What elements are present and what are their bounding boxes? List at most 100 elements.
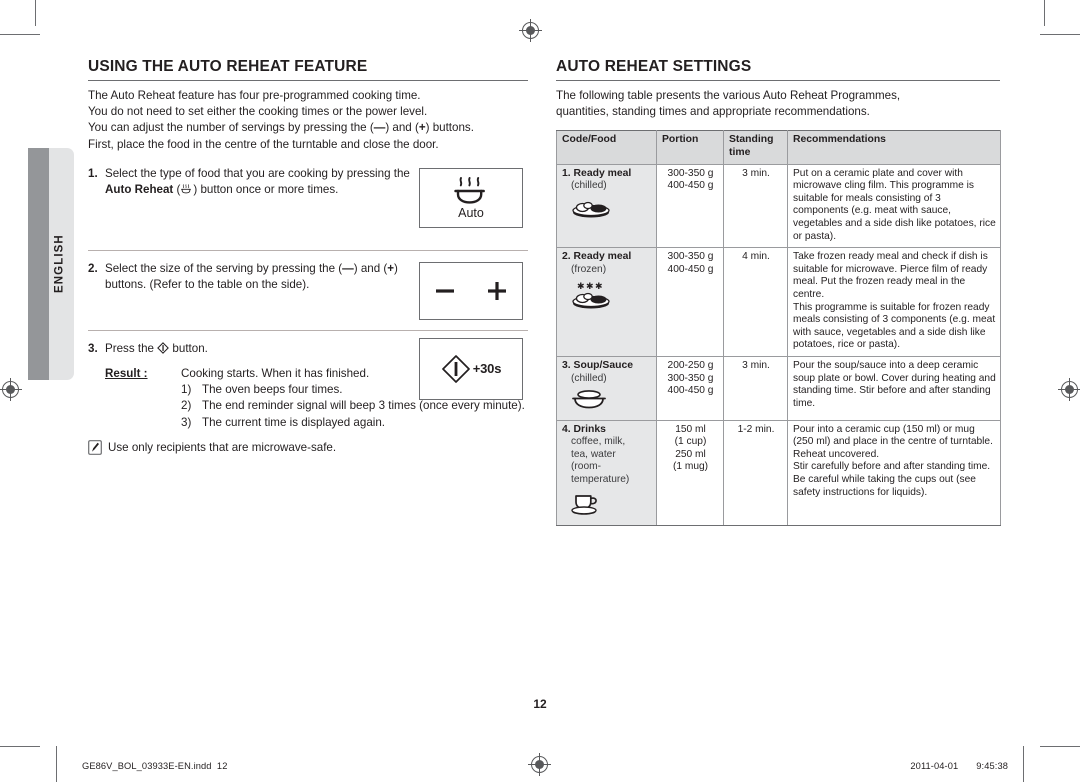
cell-code-food: 1. Ready meal (chilled) (556, 163, 657, 249)
right-column: AUTO REHEAT SETTINGS The following table… (556, 58, 1001, 527)
svg-text:✱: ✱ (586, 281, 594, 291)
portion-value: 300-350 g (667, 251, 714, 263)
step-3-text: Press the button. (105, 341, 423, 357)
footer-rule-right (1040, 746, 1080, 747)
footer-rule-left (0, 746, 40, 747)
step-3: 3. Press the button. +30s Result : Cooki… (88, 329, 528, 456)
footer-tick-right (1023, 746, 1024, 782)
recommendation-text: Pour into a ceramic cup (150 ml) or mug … (793, 423, 993, 448)
crop-mark-top-right (1044, 0, 1045, 26)
footer-tick-left (56, 746, 57, 782)
portion-value: 300-350 g (667, 167, 714, 179)
footer-file-page: 12 (216, 761, 228, 771)
language-tab-spine (28, 148, 49, 380)
cell-recommendations: Pour the soup/sauce into a deep ceramic … (787, 355, 1001, 421)
footer-time: 9:45:38 (976, 761, 1008, 771)
portion-value: 400-450 g (667, 385, 714, 397)
header-code-food: Code/Food (556, 130, 657, 165)
food-title: 1. Ready meal (562, 167, 632, 179)
language-tab-label: ENGLISH (53, 234, 66, 294)
left-section-title: USING THE AUTO REHEAT FEATURE (88, 58, 528, 81)
right-intro-line-2: quantities, standing times and appropria… (556, 105, 870, 119)
cell-standing-time: 3 min. (723, 355, 788, 421)
step-1-text-bold: Auto Reheat (105, 183, 174, 197)
result-item-text: The end reminder signal will beep 3 time… (202, 399, 525, 413)
food-subtitle: (chilled) (571, 180, 607, 192)
result-item-text: The current time is displayed again. (202, 415, 386, 429)
right-section-title: AUTO REHEAT SETTINGS (556, 58, 1000, 81)
result-item: 3) The current time is displayed again. (181, 415, 528, 431)
intro-line-2: You do not need to set either the cookin… (88, 105, 428, 119)
intro-line-3: You can adjust the number of servings by… (88, 121, 474, 135)
registration-mark-left (0, 378, 22, 401)
result-item-number: 2) (181, 399, 192, 413)
auto-reheat-button-label: Auto (458, 205, 484, 220)
left-column: USING THE AUTO REHEAT FEATURE The Auto R… (88, 58, 528, 456)
svg-text:✱: ✱ (595, 281, 603, 291)
step-3-text-after: button. (169, 341, 208, 355)
step-1-text: Select the type of food that you are coo… (105, 166, 410, 197)
cell-code-food: 4. Drinks coffee, milk, tea, water (room-t… (556, 419, 657, 527)
step-3-text-before: Press the (105, 341, 158, 355)
recommendation-text: Put on a ceramic plate and cover with mi… (793, 167, 996, 242)
cell-recommendations: Pour into a ceramic cup (150 ml) or mug … (787, 419, 1001, 527)
step-1-text-before: Select the type of food that you are coo… (105, 166, 410, 180)
start-30s-button-illustration: +30s (419, 337, 523, 400)
left-intro: The Auto Reheat feature has four pre-pro… (88, 88, 528, 153)
result-item-number: 3) (181, 415, 192, 429)
minus-icon (436, 289, 454, 293)
step-2-text: Select the size of the serving by pressi… (105, 261, 398, 292)
cell-portion: 300-350 g 400-450 g (656, 163, 724, 249)
food-title: 4. Drinks (562, 423, 606, 435)
plus-icon (488, 281, 506, 300)
crop-mark-left-top (0, 34, 40, 35)
recommendation-text: Pour the soup/sauce into a deep ceramic … (793, 359, 996, 409)
recommendation-text: Take frozen ready meal and check if dish… (793, 251, 988, 300)
cell-recommendations: Take frozen ready meal and check if dish… (787, 247, 1001, 357)
cell-portion: 200-250 g 300-350 g 400-450 g (656, 355, 724, 421)
cell-portion: 150 ml (1 cup) 250 ml (1 mug) (656, 419, 724, 527)
table-row: 4. Drinks coffee, milk, tea, water (room-t… (556, 419, 1001, 527)
registration-mark-bottom (528, 753, 551, 776)
frozen-ready-meal-plate-icon: ✱ ✱ ✱ (562, 276, 652, 315)
note-pencil-icon (88, 439, 102, 455)
footer-timestamp: 2011-04-01 9:45:38 (910, 761, 1008, 771)
header-recommendations: Recommendations (787, 130, 1001, 165)
plus-30s-label: +30s (472, 361, 502, 377)
registration-mark-top (519, 19, 542, 42)
header-standing-time: Standing time (723, 130, 788, 165)
cell-code-food: 3. Soup/Sauce (chilled) (556, 355, 657, 421)
food-subtitle: (frozen) (571, 263, 607, 275)
cell-portion: 300-350 g 400-450 g (656, 247, 724, 357)
step-3-number: 3. (88, 341, 98, 355)
table-row: 1. Ready meal (chilled) 300-350 g 400-45… (556, 163, 1001, 249)
step-1-inline-icon: () (173, 183, 198, 197)
ready-meal-plate-icon (562, 193, 652, 224)
result-item: 2) The end reminder signal will beep 3 t… (181, 398, 528, 414)
recommendation-text: Stir carefully before and after standing… (793, 461, 991, 473)
food-subtitle: coffee, milk, tea, water (room-temperature… (571, 436, 630, 486)
cell-standing-time: 1-2 min. (723, 419, 788, 527)
step-1-number: 1. (88, 166, 98, 180)
registration-mark-right (1058, 378, 1080, 401)
page-number: 12 (533, 697, 547, 711)
food-title: 2. Ready meal (562, 251, 632, 263)
auto-reheat-icon (454, 176, 485, 204)
right-intro: The following table presents the various… (556, 88, 1000, 120)
manual-page: ENGLISH USING THE AUTO REHEAT FEATURE Th… (0, 0, 1080, 782)
portion-value: 250 ml (675, 448, 706, 460)
svg-text:✱: ✱ (577, 281, 585, 291)
minus-plus-button-illustration (419, 261, 523, 320)
step-2: 2. Select the size of the serving by pre… (88, 249, 528, 320)
result-label: Result : (105, 367, 148, 381)
portion-value: (1 cup) (674, 436, 707, 448)
auto-reheat-settings-table: Code/Food Portion Standing time Recommend… (556, 130, 1001, 527)
portion-value: 150 ml (675, 423, 706, 435)
auto-reheat-button-illustration: Auto (419, 167, 523, 228)
cell-standing-time: 4 min. (723, 247, 788, 357)
right-intro-line-1: The following table presents the various… (556, 89, 901, 102)
table-row: 2. Ready meal (frozen) ✱ ✱ ✱ 300-350 g 4… (556, 247, 1001, 357)
start-button-icon (441, 354, 470, 383)
footer-date: 2011-04-01 (910, 761, 959, 771)
cell-standing-time: 3 min. (723, 163, 788, 249)
